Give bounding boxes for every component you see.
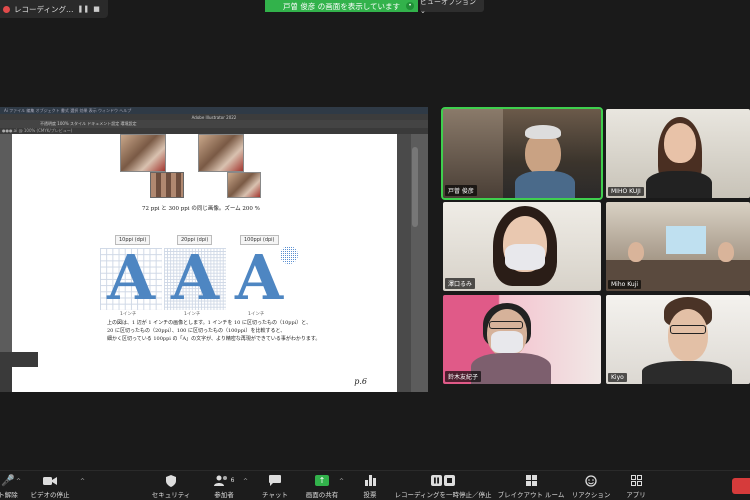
- screen-share-banner: 戸曽 俊彦 の画面を表示しています •: [265, 0, 418, 12]
- face-mask: [491, 331, 523, 353]
- participant-face: [668, 309, 708, 361]
- inch-label-20: 1インチ: [184, 312, 201, 317]
- participant-name: 戸曽 俊彦: [445, 185, 477, 196]
- wall-screen: [666, 226, 706, 254]
- zoom-detail-circle: [280, 246, 298, 264]
- smiley-icon: [585, 474, 597, 487]
- recording-indicator[interactable]: レコーディング… ❚❚ ■: [0, 0, 108, 18]
- participant-scarf: [471, 353, 551, 384]
- meeting-toolbar: 🎤 ト解除 ^ ビデオの停止 ^ セキュリティ 6 参加者 ^ チャット ↑ 画…: [0, 470, 750, 500]
- stop-video-button[interactable]: ビデオの停止: [15, 474, 85, 499]
- glasses-icon: [670, 325, 706, 334]
- photo-sample-300ppi: [198, 134, 244, 172]
- grid-rooms-icon: [525, 474, 537, 487]
- letter-100ppi: A: [235, 241, 284, 314]
- participant-shirt: [646, 171, 712, 198]
- participant-name: 澤口るみ: [445, 278, 476, 289]
- participant-name: Miho Kuji: [608, 280, 641, 289]
- body-line-3: 細かく区切っている 100ppi の「A」の文字が、より精密な再現ができている事…: [107, 336, 321, 342]
- photo-caption: 72 ppi と 300 ppi の同じ画像。ズーム 200 %: [142, 206, 260, 212]
- people-icon: 6: [213, 474, 235, 487]
- apps-button[interactable]: アプリ: [601, 474, 671, 499]
- view-options-button[interactable]: ビューオプション ⌄: [420, 0, 484, 15]
- video-tile-5[interactable]: 鈴木友紀子: [443, 295, 601, 384]
- participant-hair: [525, 125, 561, 139]
- recording-controls-button[interactable]: レコーディングを一時停止／停止: [393, 474, 493, 499]
- body-line-2: 20 に区切ったもの（20ppi）、100 に区切ったもの（100ppi）を比較…: [107, 328, 286, 334]
- banner-indicator-icon[interactable]: •: [406, 2, 414, 10]
- end-meeting-button[interactable]: [732, 478, 750, 494]
- recording-label: レコーディング…: [14, 4, 74, 14]
- bar-chart-icon: [364, 474, 376, 487]
- artboard-scrollbar-track[interactable]: [397, 134, 411, 392]
- microphone-icon: 🎤: [1, 474, 15, 487]
- zoom-meeting-window: レコーディング… ❚❚ ■ 戸曽 俊彦 の画面を表示しています • ビューオプシ…: [0, 0, 750, 500]
- participants-count: 6: [230, 477, 235, 484]
- shared-screen: Ai ファイル 編集 オブジェクト 書式 選択 効果 表示 ウィンドウ ヘルプ …: [0, 107, 428, 392]
- participant-name: MIHO KUJI: [608, 187, 644, 196]
- participant-shirt: [642, 361, 732, 384]
- participant-shirt: [515, 171, 575, 198]
- video-tile-1[interactable]: 戸曽 俊彦: [441, 107, 603, 200]
- recording-pause-button[interactable]: ❚❚: [77, 5, 89, 13]
- photo-zoom-300ppi: [227, 172, 261, 198]
- share-banner-text: 戸曽 俊彦 の画面を表示しています: [282, 1, 401, 11]
- participant-face: [628, 242, 644, 262]
- page-number: p.6: [354, 377, 367, 386]
- recording-stop-button[interactable]: ■: [93, 5, 100, 13]
- share-screen-icon: ↑: [315, 475, 329, 486]
- glasses-icon: [489, 321, 523, 329]
- artboard-scrollbar-thumb[interactable]: [412, 147, 418, 227]
- video-tile-2[interactable]: MIHO KUJI: [606, 109, 750, 198]
- body-line-1: 上の図は、1 辺が 1 インチの画像とします。1 インチを 10 に区切ったもの…: [107, 320, 312, 326]
- inch-label-10: 1インチ: [120, 312, 137, 317]
- face-mask: [505, 244, 545, 270]
- next-artboard: p.6: [12, 367, 397, 392]
- video-camera-icon: [43, 474, 57, 487]
- photo-sample-72ppi: [120, 134, 166, 172]
- chat-bubble-icon: [269, 474, 281, 487]
- share-screen-icon-wrap: ↑: [315, 474, 329, 487]
- photo-zoom-72ppi: [150, 172, 184, 198]
- participant-face: [664, 123, 696, 163]
- video-tile-3[interactable]: 澤口るみ: [443, 202, 601, 291]
- video-options-caret[interactable]: ^: [80, 478, 85, 485]
- apps-icon: [630, 474, 642, 487]
- pause-stop-icon: [431, 474, 455, 487]
- record-dot-icon: [3, 5, 10, 13]
- shield-icon: [166, 474, 176, 487]
- video-tile-6[interactable]: Kiyo: [606, 295, 750, 384]
- inch-label-100: 1インチ: [248, 312, 265, 317]
- app-control-bar: 不透明度 100% スタイル ドキュメント設定 環境設定: [0, 120, 428, 128]
- app-menubar: Ai ファイル 編集 オブジェクト 書式 選択 効果 表示 ウィンドウ ヘルプ: [0, 107, 428, 114]
- letter-10ppi: A: [107, 241, 156, 314]
- participant-name: 鈴木友紀子: [445, 371, 482, 382]
- participant-face-2: [718, 242, 734, 262]
- participant-name: Kiyo: [608, 373, 627, 382]
- artboard: 72 ppi と 300 ppi の同じ画像。ズーム 200 % 10ppi (…: [12, 134, 397, 389]
- letter-20ppi: A: [171, 241, 220, 314]
- video-tile-4[interactable]: Miho Kuji: [606, 202, 750, 291]
